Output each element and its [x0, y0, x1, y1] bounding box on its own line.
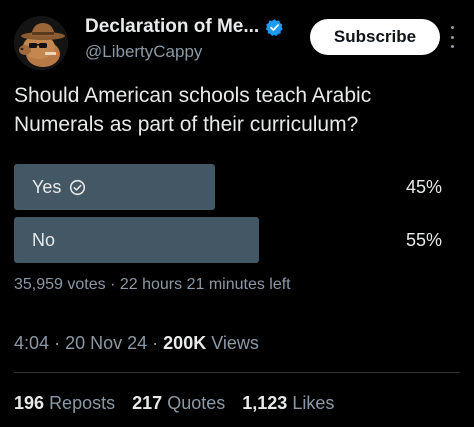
poll-time-left: 22 hours 21 minutes left — [119, 276, 291, 293]
divider — [14, 372, 460, 373]
quotes-count: 217 — [132, 393, 163, 413]
separator: · — [110, 276, 116, 293]
reposts-label: Reposts — [49, 393, 116, 413]
quotes-stat[interactable]: 217 Quotes — [132, 393, 230, 413]
verified-badge-icon — [265, 18, 284, 37]
separator: · — [152, 333, 159, 353]
poll-option-yes[interactable]: Yes 45% — [14, 164, 460, 210]
likes-stat[interactable]: 1,123 Likes — [242, 393, 334, 413]
likes-count: 1,123 — [242, 393, 288, 413]
reposts-count: 196 — [14, 393, 45, 413]
views-count: 200K — [163, 333, 207, 353]
poll-option-no[interactable]: No 55% — [14, 217, 460, 263]
poll-option-percent: 55% — [405, 229, 442, 250]
separator: · — [54, 333, 61, 353]
avatar[interactable] — [14, 16, 68, 70]
poll-meta: 35,959 votes · 22 hours 21 minutes left — [14, 276, 291, 294]
post-text: Should American schools teach Arabic Num… — [14, 84, 372, 136]
check-circle-icon — [69, 179, 86, 196]
more-vertical-icon[interactable] — [446, 26, 458, 48]
user-handle[interactable]: @LibertyCappy — [85, 42, 202, 62]
views-label: Views — [211, 333, 259, 353]
name-row[interactable]: Declaration of Me... — [85, 16, 284, 38]
reposts-stat[interactable]: 196 Reposts — [14, 393, 120, 413]
display-name[interactable]: Declaration of Me... — [85, 16, 259, 38]
timestamp-row: 4:04 · 20 Nov 24 · 200K Views — [14, 333, 259, 354]
poll-votes: 35,959 votes — [14, 276, 106, 293]
post-date[interactable]: 20 Nov 24 — [65, 333, 147, 353]
poll-option-text: No — [32, 229, 56, 250]
engagement-stats: 196 Reposts 217 Quotes 1,123 Likes — [14, 393, 346, 414]
poll-option-label: No — [32, 217, 55, 263]
poll-option-percent: 45% — [405, 176, 442, 197]
likes-label: Likes — [292, 393, 335, 413]
post-header: Declaration of Me... @LibertyCappy Subsc… — [14, 12, 460, 70]
quotes-label: Quotes — [167, 393, 226, 413]
subscribe-button[interactable]: Subscribe — [310, 19, 440, 55]
poll-option-text: Yes — [32, 176, 62, 197]
poll-option-label: Yes — [32, 164, 86, 210]
capybara-cowboy-avatar-icon — [14, 16, 68, 70]
post-time[interactable]: 4:04 — [14, 333, 49, 353]
